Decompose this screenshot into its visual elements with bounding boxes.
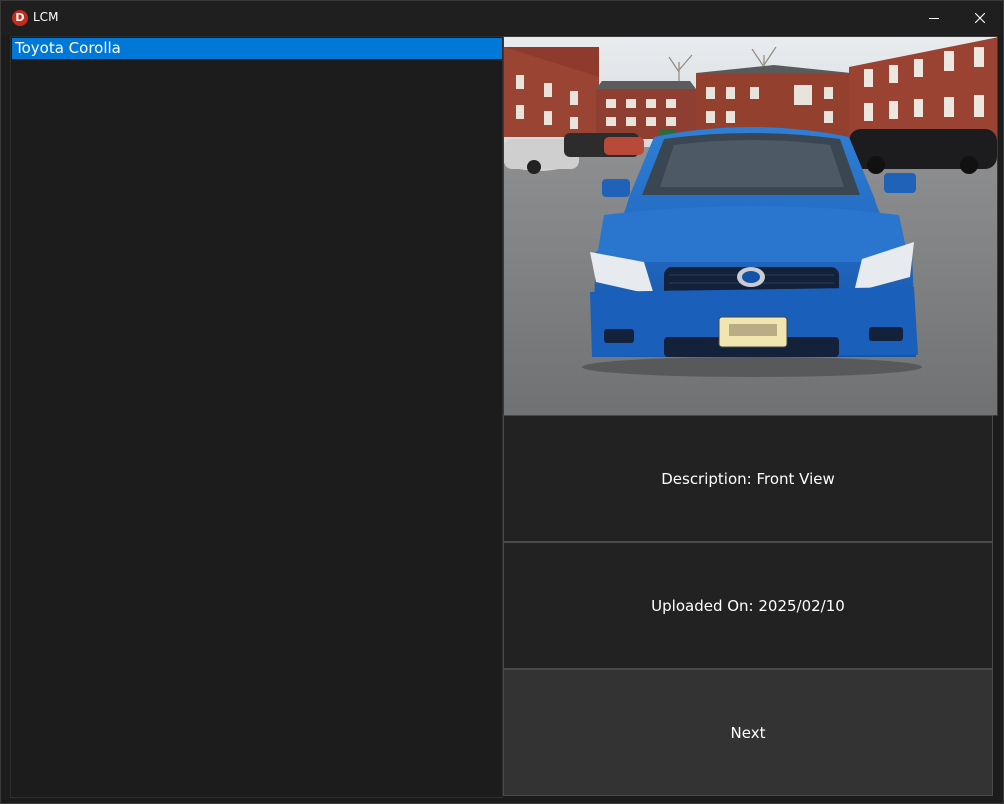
upload-date-box: Uploaded On: 2025/02/10 [503,542,993,669]
car-photo-image [504,37,997,415]
minimize-button[interactable] [911,1,957,35]
description-box: Description: Front View [503,415,993,542]
car-photo [503,36,998,416]
app-logo-icon: D [12,10,28,26]
upload-date-label: Uploaded On: 2025/02/10 [651,596,845,615]
app-window: D LCM Toyota Corolla Description: Front … [0,0,1004,804]
close-icon [975,13,985,23]
next-button-label: Next [730,723,766,742]
close-button[interactable] [957,1,1003,35]
window-title: LCM [33,10,59,24]
description-label: Description: Front View [661,469,835,488]
next-button[interactable]: Next [503,669,993,796]
list-item-toyota-corolla[interactable]: Toyota Corolla [12,38,502,59]
vehicle-list[interactable]: Toyota Corolla [10,36,503,798]
title-bar[interactable]: D LCM [1,1,1003,35]
minimize-icon [929,18,939,19]
